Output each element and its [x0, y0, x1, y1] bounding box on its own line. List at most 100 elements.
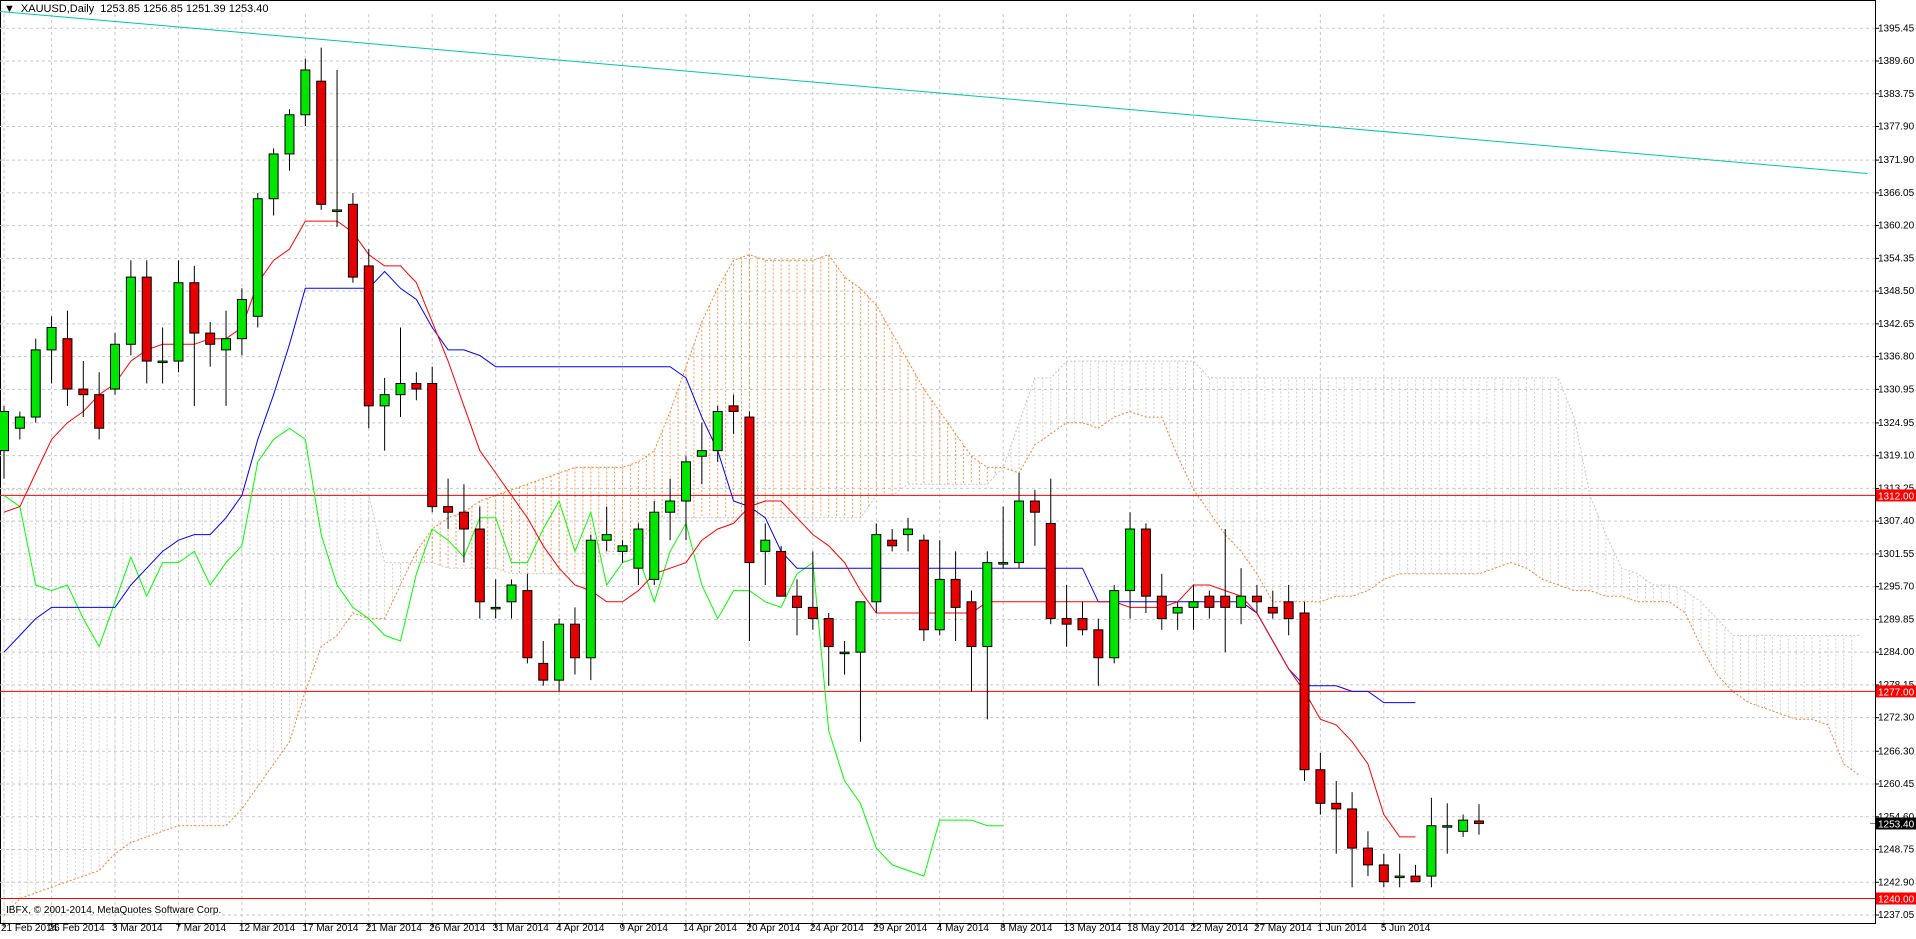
candle-bear — [1331, 802, 1342, 810]
candle-bear — [807, 606, 818, 620]
candle-bear — [1093, 629, 1104, 659]
candle-bear — [427, 382, 438, 508]
candle-bear — [776, 550, 787, 597]
x-tick-label: 7 Mar 2014 — [175, 923, 226, 934]
x-tick-label: 8 May 2014 — [1000, 923, 1053, 934]
candle-bull — [506, 584, 517, 603]
candle-bear — [918, 539, 929, 631]
candle-bull — [110, 343, 121, 390]
x-tick-label: 24 Apr 2014 — [810, 923, 864, 934]
candle-bull — [601, 534, 612, 541]
last-price-label: 1253.40 — [1878, 819, 1915, 830]
y-tick-label: 1330.95 — [1878, 384, 1915, 395]
candle-bear — [1204, 595, 1215, 608]
candle-bear — [347, 203, 358, 278]
candle-bull — [173, 282, 184, 362]
candle-bear — [569, 623, 580, 659]
y-tick-label: 1319.10 — [1878, 451, 1915, 462]
x-tick-label: 4 Apr 2014 — [556, 923, 605, 934]
x-tick-label: 4 May 2014 — [937, 923, 990, 934]
candle-bull — [839, 651, 850, 655]
y-tick-label: 1395.45 — [1878, 23, 1915, 34]
candle-bear — [1283, 601, 1294, 620]
candle-bull — [554, 623, 565, 681]
candle-bull — [1442, 825, 1453, 828]
y-tick-label: 1354.35 — [1878, 253, 1915, 264]
x-tick-label: 12 Mar 2014 — [239, 923, 296, 934]
candle-bull — [665, 500, 676, 513]
candle-bear — [522, 590, 533, 659]
candle-bear — [538, 662, 549, 681]
candle-bull — [46, 326, 57, 351]
candle-bear — [1061, 618, 1072, 625]
y-tick-label: 1272.30 — [1878, 713, 1915, 724]
x-tick-label: 3 Mar 2014 — [112, 923, 163, 934]
x-tick-label: 9 Apr 2014 — [620, 923, 669, 934]
candle-bear — [205, 332, 216, 345]
x-tick-label: 13 May 2014 — [1064, 923, 1122, 934]
candle-bear — [1378, 864, 1389, 883]
candle-bull — [221, 338, 232, 351]
x-tick-label: 20 Apr 2014 — [746, 923, 800, 934]
candle-bull — [0, 410, 9, 452]
candle-bull — [268, 153, 279, 200]
candle-bear — [1045, 522, 1056, 620]
y-tick-label: 1366.05 — [1878, 188, 1915, 199]
chart-window[interactable]: ▼ XAUUSD,Daily 1253.85 1256.85 1251.39 125… — [0, 0, 1916, 939]
hline-tag-label: 1240.00 — [1878, 894, 1915, 905]
candle-bull — [252, 198, 263, 317]
candle-bull — [712, 410, 723, 452]
x-tick-label: 14 Apr 2014 — [683, 923, 737, 934]
y-tick-label: 1348.50 — [1878, 286, 1915, 297]
candle-bull — [760, 539, 771, 552]
candle-bear — [141, 276, 152, 362]
candle-bull — [490, 606, 501, 610]
y-tick-label: 1377.90 — [1878, 122, 1915, 133]
candle-bear — [411, 382, 422, 390]
hline-tag-label: 1277.00 — [1878, 687, 1915, 698]
y-tick-label: 1342.65 — [1878, 319, 1915, 330]
y-tick-label: 1389.60 — [1878, 56, 1915, 67]
candle-bear — [1251, 595, 1262, 603]
candle-bear — [966, 601, 977, 648]
x-tick-label: 27 May 2014 — [1254, 923, 1312, 934]
candle-bear — [1220, 595, 1231, 608]
candle-bear — [1347, 808, 1358, 849]
y-tick-label: 1336.80 — [1878, 352, 1915, 363]
candle-bear — [94, 394, 105, 429]
y-tick-label: 1371.90 — [1878, 155, 1915, 166]
candle-bear — [78, 388, 89, 396]
candle-bull — [982, 562, 993, 648]
candle-bull — [300, 69, 311, 116]
candle-bull — [14, 416, 25, 429]
candle-bull — [1172, 606, 1183, 614]
candle-bear — [887, 539, 898, 547]
y-tick-label: 1301.55 — [1878, 549, 1915, 560]
candle-bull — [1014, 500, 1025, 564]
y-tick-label: 1248.75 — [1878, 845, 1915, 856]
candle-bear — [728, 405, 739, 412]
candle-bear — [458, 511, 469, 530]
candle-bull — [236, 298, 247, 340]
candle-bull — [934, 578, 945, 631]
candle-bear — [823, 618, 834, 648]
candle-bear — [1267, 606, 1278, 614]
candle-bull — [871, 534, 882, 603]
y-tick-label: 1260.45 — [1878, 779, 1915, 790]
candle-bull — [395, 382, 406, 396]
x-tick-label: 21 Mar 2014 — [366, 923, 423, 934]
x-tick-label: 18 May 2014 — [1127, 923, 1185, 934]
y-tick-label: 1237.05 — [1878, 910, 1915, 921]
candle-bull — [332, 209, 343, 212]
candle-bear — [316, 80, 327, 205]
candle-bull — [617, 545, 628, 552]
candle-bull — [1125, 528, 1136, 592]
candle-bull — [649, 511, 660, 580]
x-tick-label: 17 Mar 2014 — [302, 923, 359, 934]
candle-bull — [585, 539, 596, 659]
x-tick-label: 1 Jun 2014 — [1317, 923, 1367, 934]
price-chart[interactable]: 1395.45 1389.60 1383.75 1377.90 1371.90 1366.… — [0, 0, 1916, 939]
candle-bear — [1077, 618, 1088, 631]
x-tick-label: 5 Jun 2014 — [1381, 923, 1431, 934]
x-tick-label: 29 Apr 2014 — [873, 923, 927, 934]
